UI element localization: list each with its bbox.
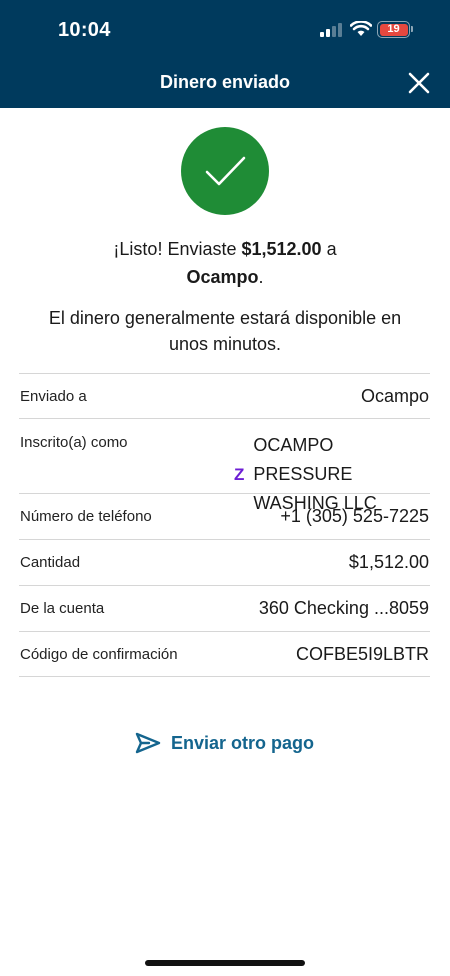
detail-label: Cantidad: [20, 554, 81, 571]
detail-row-from-account: De la cuenta 360 Checking ...8059: [19, 585, 430, 631]
detail-value: $1,512.00: [348, 552, 429, 572]
detail-row-amount: Cantidad $1,512.00: [19, 539, 430, 585]
detail-row-sent-to: Enviado a Ocampo: [19, 373, 430, 418]
detail-value: Ocampo: [360, 385, 429, 406]
details-list: Enviado a Ocampo Inscrito(a) como Z OCAM…: [19, 373, 430, 677]
detail-value-group: Z OCAMPO PRESSURE WASHING LLC: [234, 431, 429, 518]
home-indicator[interactable]: [145, 960, 305, 966]
detail-value-line1: OCAMPO PRESSURE: [253, 435, 353, 484]
paper-plane-icon: [135, 732, 161, 754]
zelle-icon: Z: [234, 464, 245, 484]
checkmark-icon: [205, 156, 246, 186]
confirmation-suffix: .: [258, 267, 264, 287]
confirmation-prefix: ¡Listo! Enviaste: [113, 239, 242, 259]
close-icon[interactable]: [406, 70, 432, 96]
navbar: Dinero enviado: [0, 58, 450, 108]
confirmation-recipient: Ocampo: [186, 267, 259, 287]
detail-label: Código de confirmación: [20, 645, 178, 663]
detail-value: 360 Checking ...8059: [258, 598, 429, 618]
status-bar: 10:04 19: [0, 0, 450, 58]
detail-row-enrolled-as: Inscrito(a) como Z OCAMPO PRESSURE WASHI…: [19, 418, 430, 513]
detail-row-confirmation-code: Código de confirmación COFBE5I9LBTR: [19, 631, 430, 677]
confirmation-amount: $1,512.00: [241, 239, 322, 259]
send-another-payment-button[interactable]: Enviar otro pago: [135, 731, 314, 755]
detail-label: Número de teléfono: [20, 508, 152, 525]
availability-note: El dinero generalmente estará disponible…: [48, 308, 402, 354]
status-time: 10:04: [58, 19, 111, 41]
confirmation-message: ¡Listo! Enviaste $1,512.00 a Ocampo.: [0, 235, 450, 291]
detail-label: De la cuenta: [20, 600, 105, 617]
confirmation-middle: a: [321, 239, 337, 259]
page-title: Dinero enviado: [159, 72, 291, 92]
battery-level: 19: [379, 23, 408, 36]
detail-label: Enviado a: [20, 387, 87, 405]
top-bar: 10:04 19 Dinero enviado: [0, 0, 450, 108]
battery-icon: 19: [377, 21, 413, 38]
success-badge: [181, 127, 269, 215]
detail-value: OCAMPO PRESSURE WASHING LLC: [253, 431, 429, 518]
wifi-icon: [350, 21, 372, 36]
detail-value: COFBE5I9LBTR: [295, 643, 429, 664]
send-another-payment-label: Enviar otro pago: [171, 732, 315, 753]
signal-icon: [320, 22, 342, 37]
detail-label: Inscrito(a) como: [20, 434, 128, 451]
detail-value: +1 (305) 525-7225: [280, 506, 429, 526]
